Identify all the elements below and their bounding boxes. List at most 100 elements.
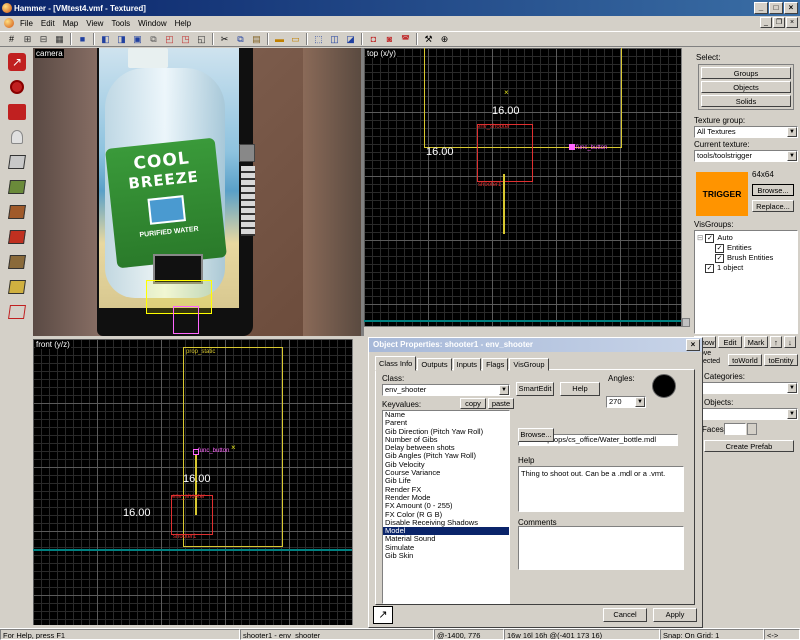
class-select[interactable]: env_shooter ▼ <box>382 384 510 396</box>
select-objects-button[interactable]: Objects <box>701 81 791 93</box>
visgroup-brush-checkbox[interactable]: ✓ <box>715 253 724 263</box>
menu-help[interactable]: Help <box>171 19 195 28</box>
visgroup-object-checkbox[interactable]: ✓ <box>705 263 714 273</box>
visgroup-mark-button[interactable]: Mark <box>744 336 768 348</box>
angle-dial[interactable] <box>652 374 676 398</box>
menu-tools[interactable]: Tools <box>107 19 134 28</box>
visgroups-tree[interactable]: ⊟ ✓ Auto ✓ Entities ✓ Brush Entities ✓ 1 obj… <box>694 230 798 334</box>
smartedit-button[interactable]: SmartEdit <box>516 382 554 396</box>
clipping-tool-icon[interactable] <box>5 252 29 272</box>
camera-viewport[interactable]: COOL BREEZE PURIFIED WATER camera <box>33 48 361 336</box>
mdi-restore-button[interactable]: ❐ <box>773 17 785 28</box>
decal-icon[interactable]: ◘ <box>366 33 381 46</box>
grid-icon[interactable]: # <box>4 33 19 46</box>
mdi-minimize-button[interactable]: _ <box>760 17 772 28</box>
compile-icon[interactable]: ⊕ <box>437 33 452 46</box>
hide-objects-icon[interactable]: ◫ <box>327 33 342 46</box>
front-viewport[interactable]: prop_static × func_button 16.00 16.00 en… <box>33 339 361 625</box>
camera-vscroll[interactable] <box>361 48 364 336</box>
apply-texture-icon[interactable] <box>5 202 29 222</box>
select-groups-button[interactable]: Groups <box>701 67 791 79</box>
categories-select[interactable]: ▼ <box>694 382 798 394</box>
run-map-icon[interactable]: ▬ <box>272 33 287 46</box>
texture-preview[interactable]: TRIGGER <box>696 172 748 216</box>
to-entity-button[interactable]: toEntity <box>764 354 798 366</box>
faces-spinner[interactable] <box>747 423 757 435</box>
menu-window[interactable]: Window <box>134 19 170 28</box>
texture-lock-icon[interactable]: ◳ <box>178 33 193 46</box>
help-button[interactable]: Help <box>560 382 600 396</box>
top-vscroll[interactable] <box>681 48 690 336</box>
front-vscroll[interactable] <box>352 339 361 625</box>
vertex-tool-icon[interactable] <box>5 277 29 297</box>
cut-icon[interactable]: ✂ <box>217 33 232 46</box>
hollow-icon[interactable]: ◨ <box>114 33 129 46</box>
visgroup-down-button[interactable]: ↓ <box>784 336 796 348</box>
visgroup-edit-button[interactable]: Edit <box>718 336 742 348</box>
mdi-close-button[interactable]: × <box>786 17 798 28</box>
current-texture-select[interactable]: tools/toolstrigger ▼ <box>694 150 798 162</box>
objects-select[interactable]: ▼ <box>694 408 798 420</box>
tab-class-info[interactable]: Class Info <box>375 356 417 371</box>
to-world-button[interactable]: toWorld <box>728 354 762 366</box>
top-hscroll[interactable] <box>364 326 690 336</box>
grid-smaller-icon[interactable]: ⊞ <box>20 33 35 46</box>
magnify-tool-icon[interactable] <box>5 77 29 97</box>
select-solids-button[interactable]: Solids <box>701 95 791 107</box>
browse-texture-button[interactable]: Browse... <box>752 184 794 196</box>
document-icon[interactable] <box>4 18 14 28</box>
select-icon[interactable]: ⬚ <box>311 33 326 46</box>
create-prefab-button[interactable]: Create Prefab <box>704 440 794 452</box>
apply-button[interactable]: Apply <box>653 608 697 622</box>
entity-tool-icon[interactable] <box>5 127 29 147</box>
pick-entity-icon[interactable]: ↗ <box>373 606 393 624</box>
menu-map[interactable]: Map <box>59 19 83 28</box>
carve-icon[interactable]: ◧ <box>98 33 113 46</box>
camera-tool-icon[interactable] <box>5 102 29 122</box>
angles-select[interactable]: 270 ▼ <box>606 396 646 408</box>
menu-view[interactable]: View <box>82 19 107 28</box>
path-tool-icon[interactable] <box>5 302 29 322</box>
faces-input[interactable] <box>724 423 746 435</box>
apply-decal-icon[interactable] <box>5 227 29 247</box>
tab-visgroup[interactable]: VisGroup <box>509 358 549 371</box>
texture-app-icon[interactable] <box>5 177 29 197</box>
menu-file[interactable]: File <box>16 19 37 28</box>
grid-larger-icon[interactable]: ⊟ <box>36 33 51 46</box>
alignment-icon[interactable]: ▭ <box>288 33 303 46</box>
grid-toggle-icon[interactable]: ▦ <box>52 33 67 46</box>
vertex-icon[interactable]: ◚ <box>398 33 413 46</box>
dialog-close-button[interactable]: × <box>686 339 700 351</box>
shooter-box-top[interactable] <box>477 124 533 182</box>
copy-button[interactable]: copy <box>460 398 486 409</box>
cancel-button[interactable]: Cancel <box>603 608 647 622</box>
to-world-icon[interactable]: ◰ <box>162 33 177 46</box>
group-icon[interactable]: ■ <box>75 33 90 46</box>
visgroup-entities-checkbox[interactable]: ✓ <box>715 243 724 253</box>
menu-edit[interactable]: Edit <box>37 19 59 28</box>
tab-flags[interactable]: Flags <box>482 358 509 371</box>
shooter-box-front[interactable] <box>171 495 213 535</box>
model-browse-button[interactable]: Browse... <box>518 428 554 442</box>
copy-icon[interactable]: ⧉ <box>233 33 248 46</box>
tie-icon[interactable]: ⧉ <box>146 33 161 46</box>
comments-input[interactable] <box>518 526 684 570</box>
close-button[interactable]: × <box>784 2 798 14</box>
visgroup-up-button[interactable]: ↑ <box>770 336 782 348</box>
keyvalues-list[interactable]: Name Parent Gib Direction (Pitch Yaw Rol… <box>382 410 510 604</box>
paste-button[interactable]: paste <box>488 398 514 409</box>
block-tool-icon[interactable] <box>5 152 29 172</box>
minimize-button[interactable]: _ <box>754 2 768 14</box>
maximize-button[interactable]: □ <box>769 2 783 14</box>
list-item[interactable]: Gib Skin <box>383 551 509 560</box>
tab-inputs[interactable]: Inputs <box>452 358 482 371</box>
overlay-icon[interactable]: ◙ <box>382 33 397 46</box>
visgroup-auto-checkbox[interactable]: ✓ <box>705 233 715 243</box>
hide-icon[interactable]: ◱ <box>194 33 209 46</box>
replace-texture-button[interactable]: Replace... <box>752 200 794 212</box>
selection-tool-icon[interactable]: ↗ <box>5 52 29 72</box>
paste-icon[interactable]: ▤ <box>249 33 264 46</box>
ungroup-icon[interactable]: ▣ <box>130 33 145 46</box>
clip-icon[interactable]: ⚒ <box>421 33 436 46</box>
show-objects-icon[interactable]: ◪ <box>343 33 358 46</box>
